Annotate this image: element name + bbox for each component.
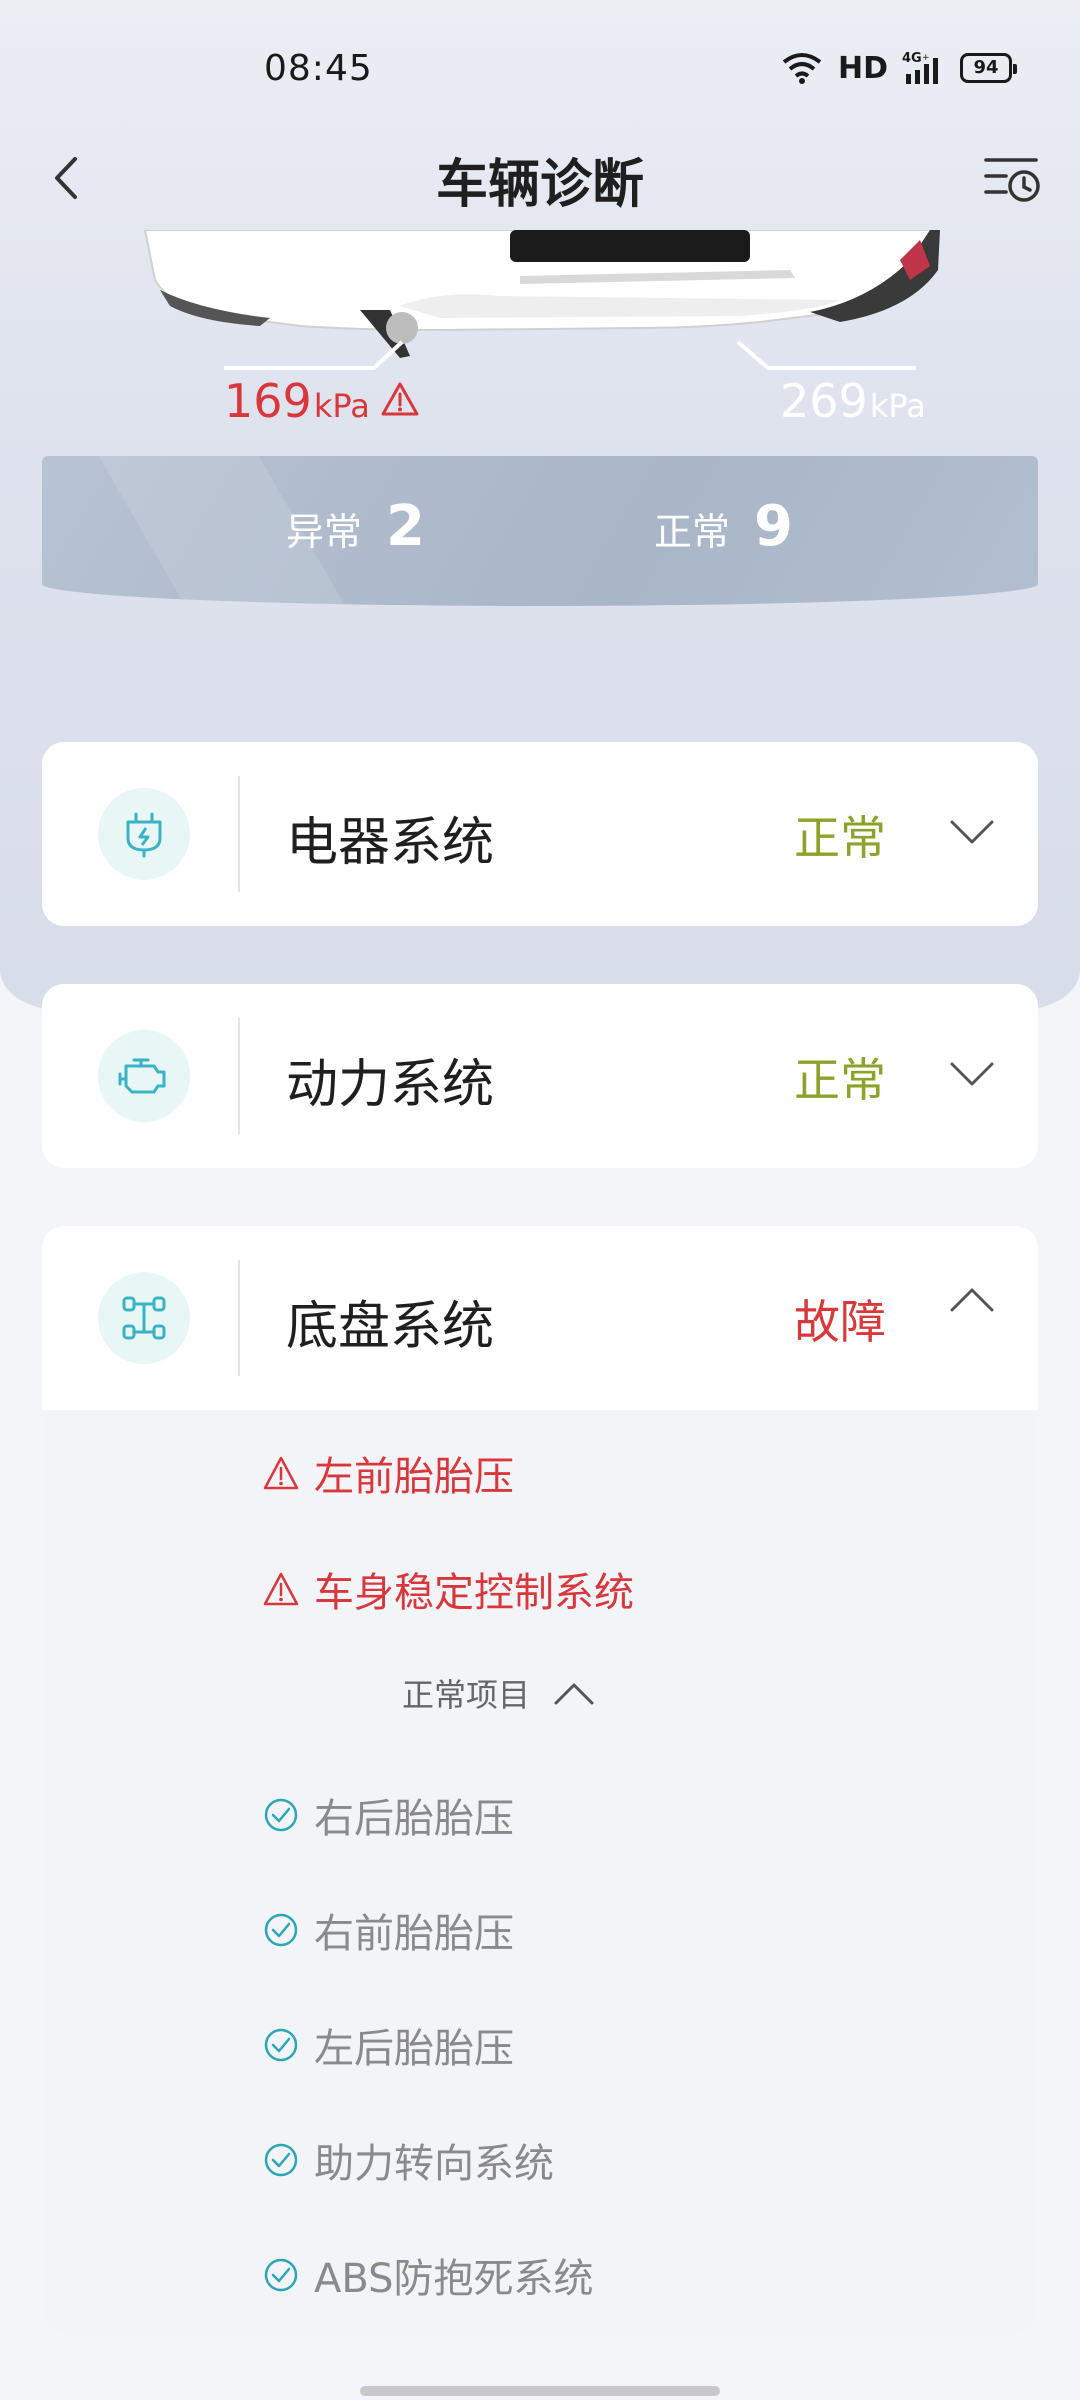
normal-item-label: 右后胎胎压 xyxy=(314,1796,514,1842)
tire-pressure-left: 169 kPa xyxy=(224,374,420,428)
normal-item-label: 右前胎胎压 xyxy=(314,1911,514,1957)
fault-item-label: 车身稳定控制系统 xyxy=(314,1570,634,1616)
check-circle-icon xyxy=(264,2258,298,2292)
status-icons: HD 4G + 94 xyxy=(780,50,1017,86)
tire-pressure-right: 269 kPa xyxy=(780,374,926,428)
normal-item: 右后胎胎压 xyxy=(262,1786,514,1844)
page-title: 车辆诊断 xyxy=(435,155,644,215)
normal-label: 正常 xyxy=(654,510,731,554)
status-bar: 08:45 HD 4G + 94 xyxy=(0,0,1080,140)
normal-item-label: 助力转向系统 xyxy=(314,2141,554,2187)
fault-item[interactable]: 车身稳定控制系统 xyxy=(262,1560,634,1618)
card-header[interactable]: 电器系统 正常 xyxy=(42,742,1038,926)
chassis-axle-icon xyxy=(98,1272,190,1364)
chevron-down-icon[interactable] xyxy=(948,1050,996,1098)
warning-icon xyxy=(263,1456,299,1490)
abnormal-count: 2 xyxy=(386,494,425,559)
tire-left-pointer xyxy=(224,340,404,370)
status-badge: 正常 xyxy=(794,811,886,865)
chevron-up-icon xyxy=(554,1683,594,1705)
svg-text:4G: 4G xyxy=(902,51,922,66)
card-header[interactable]: 动力系统 正常 xyxy=(42,984,1038,1168)
check-circle-icon xyxy=(264,1798,298,1832)
system-card-electrical[interactable]: 电器系统 正常 xyxy=(42,742,1038,926)
tire-left-unit: kPa xyxy=(313,387,370,425)
check-circle-icon xyxy=(264,2143,298,2177)
system-card-chassis[interactable]: 底盘系统 故障 左前胎胎压 车身稳定控制系统 正常项目 右后胎胎压 右前胎胎压 … xyxy=(42,1226,1038,2334)
normal-item-label: ABS防抱死系统 xyxy=(314,2256,594,2302)
battery-icon: 94 xyxy=(960,53,1017,83)
home-indicator[interactable] xyxy=(360,2386,720,2396)
svg-text:+: + xyxy=(922,53,930,63)
tire-left-value: 169 xyxy=(224,374,312,428)
card-title: 动力系统 xyxy=(286,1055,495,1115)
nav-header: 车辆诊断 xyxy=(0,130,1080,230)
status-badge: 正常 xyxy=(794,1053,886,1107)
warning-icon xyxy=(263,1572,299,1606)
normal-item: 左后胎胎压 xyxy=(262,2016,514,2074)
wifi-icon xyxy=(782,53,822,84)
normal-items-label: 正常项目 xyxy=(402,1676,531,1714)
chassis-detail-list: 左前胎胎压 车身稳定控制系统 正常项目 右后胎胎压 右前胎胎压 左后胎胎压 助力… xyxy=(42,1410,1038,2334)
battery-plug-icon xyxy=(98,788,190,880)
card-header[interactable]: 底盘系统 故障 xyxy=(42,1226,1038,1410)
history-list-icon xyxy=(984,158,1040,202)
normal-item: ABS防抱死系统 xyxy=(262,2246,594,2304)
chevron-up-icon[interactable] xyxy=(948,1276,996,1324)
chevron-down-icon[interactable] xyxy=(948,808,996,856)
normal-summary: 正常 9 xyxy=(654,494,793,559)
network-label: HD xyxy=(837,50,888,86)
signal-icon: 4G + xyxy=(902,51,938,84)
system-card-powertrain[interactable]: 动力系统 正常 xyxy=(42,984,1038,1168)
tire-right-unit: kPa xyxy=(869,387,926,425)
check-circle-icon xyxy=(264,2028,298,2062)
tire-right-value: 269 xyxy=(780,374,868,428)
diagnosis-summary: 异常 2 正常 9 xyxy=(42,456,1038,606)
fault-item[interactable]: 左前胎胎压 xyxy=(262,1444,514,1502)
fault-item-label: 左前胎胎压 xyxy=(314,1454,514,1500)
tire-right-pointer xyxy=(736,340,916,370)
history-button[interactable] xyxy=(980,146,1044,210)
normal-items-toggle[interactable]: 正常项目 xyxy=(402,1670,596,1716)
normal-count: 9 xyxy=(754,494,793,559)
abnormal-summary: 异常 2 xyxy=(286,494,425,559)
clock: 08:45 xyxy=(264,48,373,89)
engine-icon xyxy=(98,1030,190,1122)
abnormal-label: 异常 xyxy=(286,510,363,554)
normal-item-label: 左后胎胎压 xyxy=(314,2026,514,2072)
card-title: 电器系统 xyxy=(286,813,495,873)
normal-item: 助力转向系统 xyxy=(262,2131,554,2189)
card-title: 底盘系统 xyxy=(286,1297,495,1357)
check-circle-icon xyxy=(264,1913,298,1947)
normal-item: 右前胎胎压 xyxy=(262,1901,514,1959)
status-badge: 故障 xyxy=(794,1295,886,1349)
warning-icon xyxy=(381,382,419,416)
